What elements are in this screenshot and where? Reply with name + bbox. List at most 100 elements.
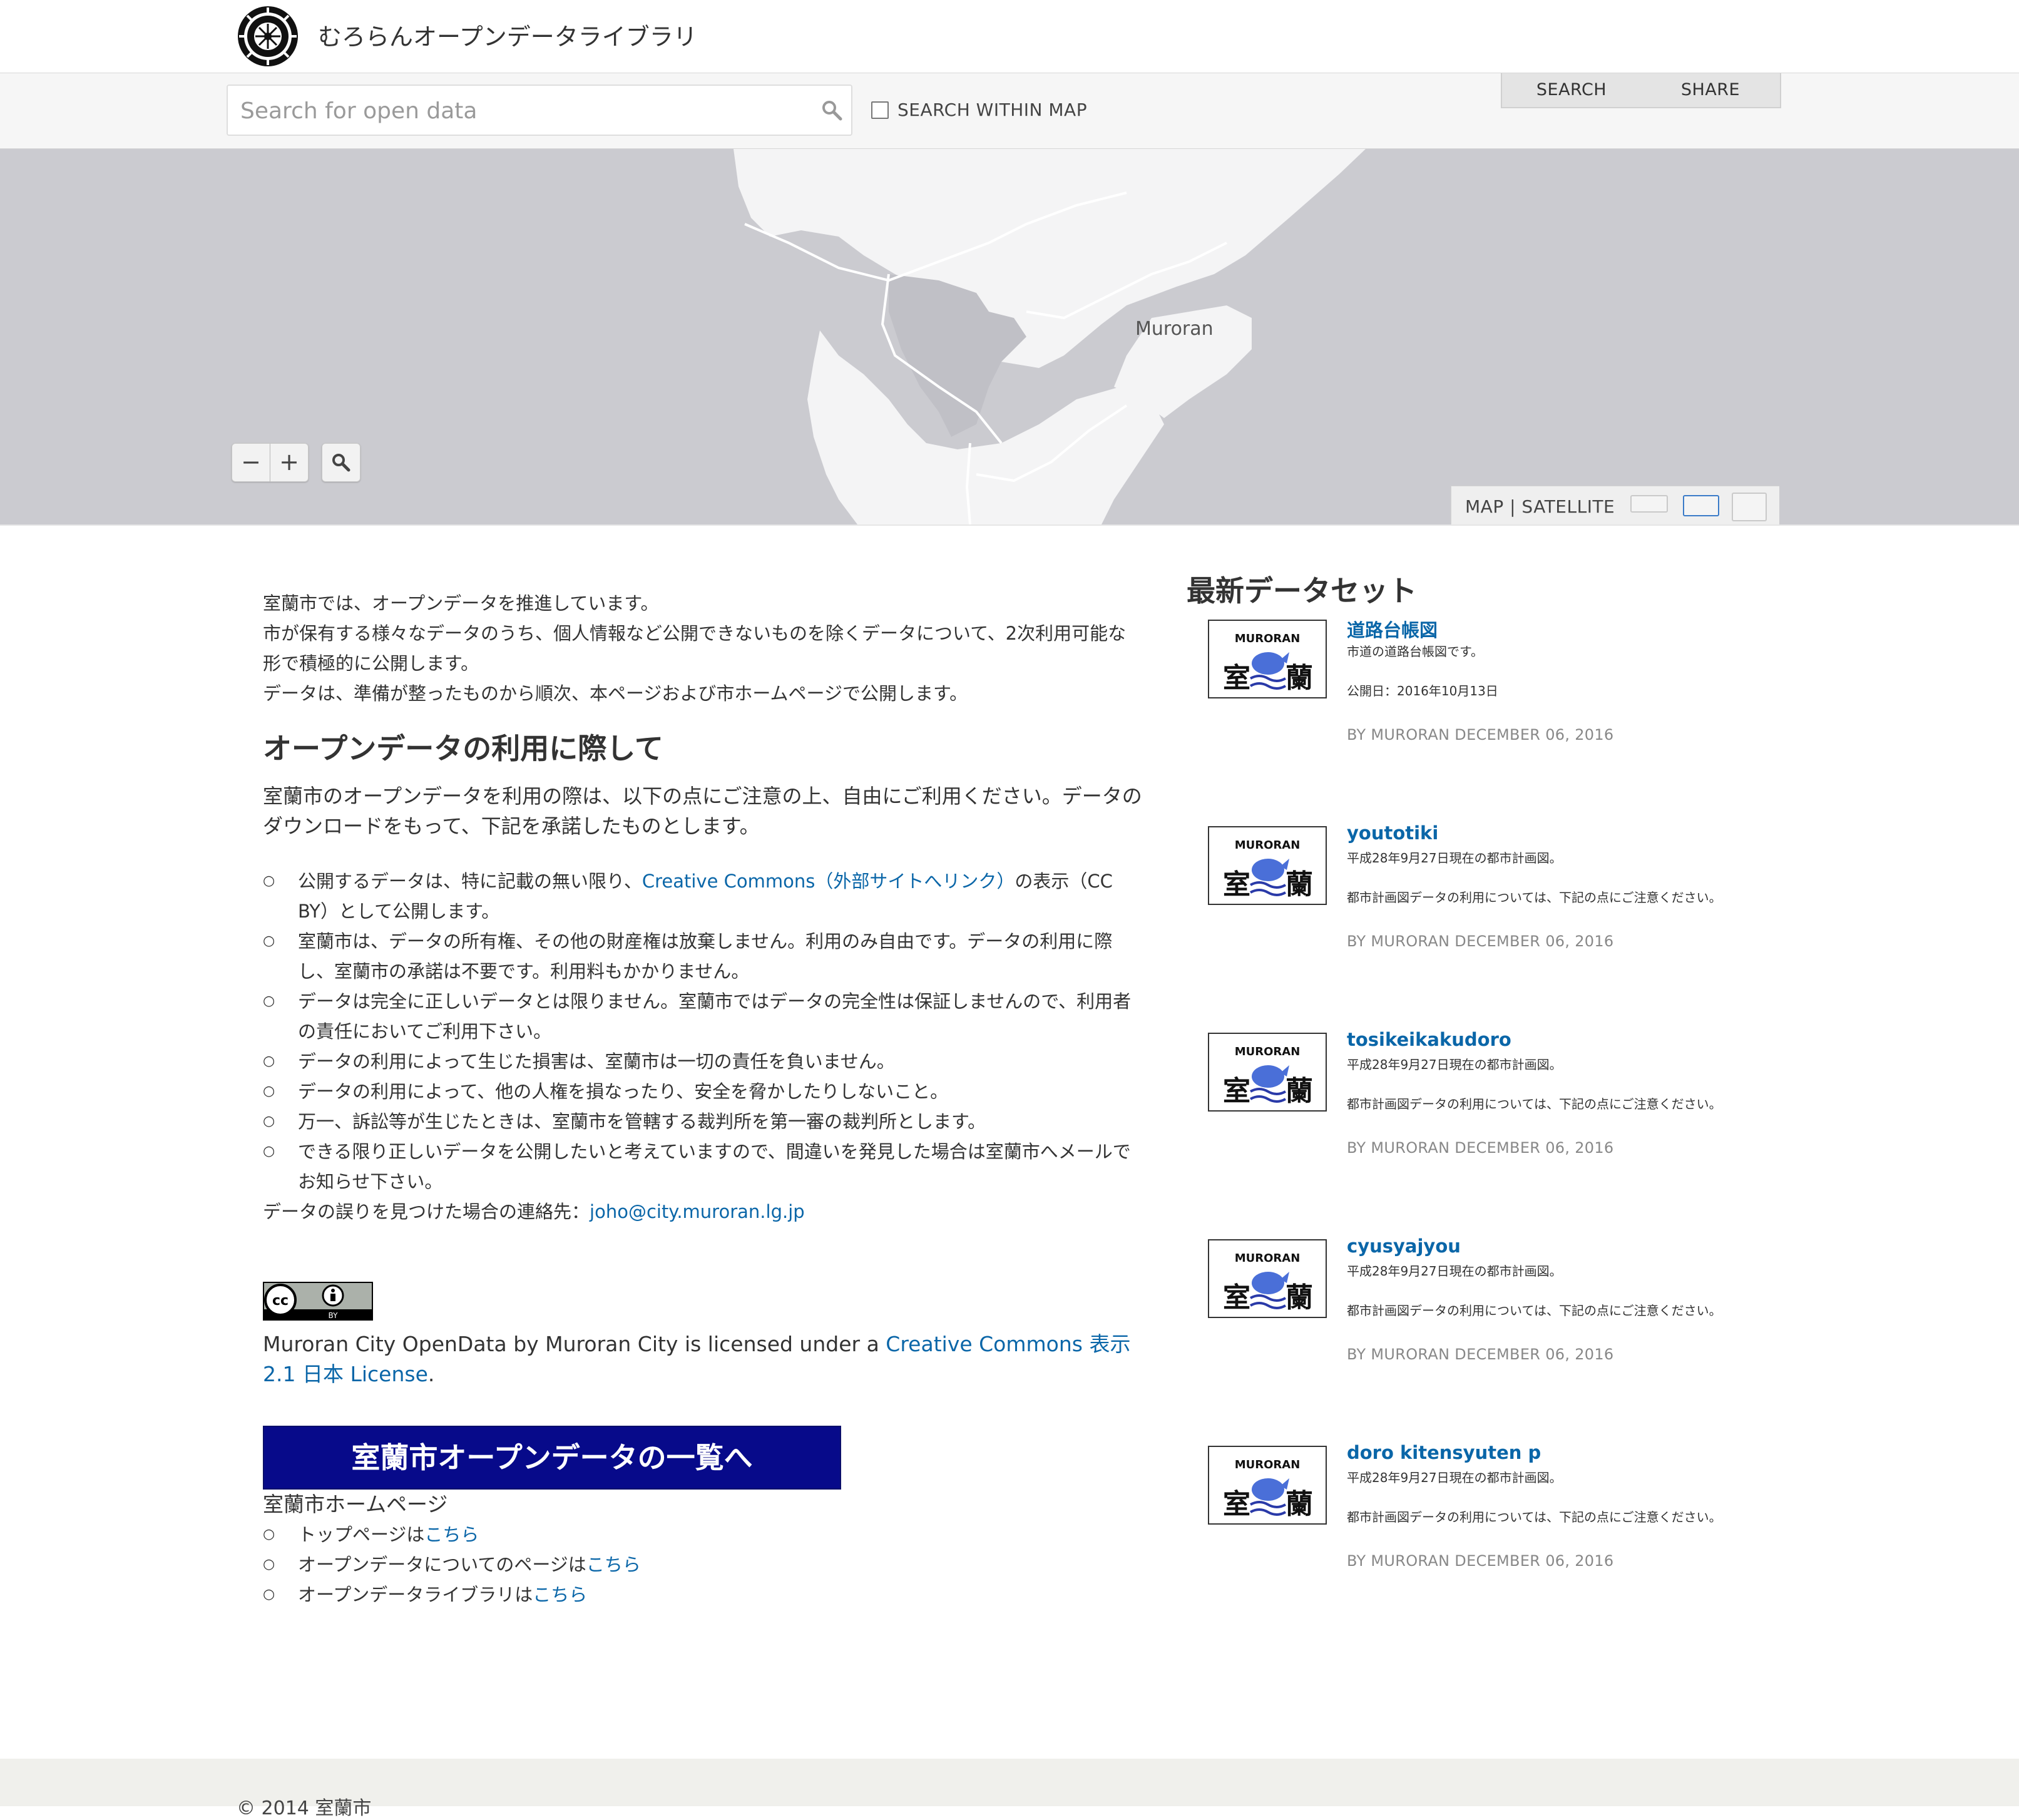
dataset-description: 平成28年9月27日現在の都市計画図。 — [1347, 1470, 1562, 1485]
dataset-thumbnail[interactable]: MURORAN 室 蘭 — [1208, 826, 1327, 905]
usage-heading: オープンデータの利用に際して — [263, 732, 663, 765]
open-data-page-link[interactable]: こちら — [586, 1554, 641, 1575]
open-data-list-button[interactable]: 室蘭市オープンデータの一覧へ — [263, 1426, 841, 1490]
search-bar: SEARCH WITHIN MAP SEARCH SHARE — [0, 73, 2019, 150]
dataset-title-link[interactable]: tosikeikakudoro — [1347, 1029, 1511, 1050]
list-item: 万一、訴訟等が生じたときは、室蘭市を管轄する裁判所を第一審の裁判所とします。 — [263, 1107, 1144, 1137]
search-box — [227, 84, 852, 136]
thumb-right-text: 蘭 — [1286, 1282, 1313, 1314]
dataset-note: 都市計画図データの利用については、下記の点にご注意ください。 — [1347, 890, 1722, 905]
homepage-title: 室蘭市ホームページ — [263, 1492, 448, 1516]
zoom-out-button[interactable]: − — [232, 443, 270, 482]
thumb-right-text: 蘭 — [1286, 662, 1313, 694]
city-emblem-logo[interactable] — [235, 4, 300, 69]
list-item: 公開するデータは、特に記載の無い限り、Creative Commons（外部サイ… — [263, 866, 1144, 926]
thumb-left-text: 室 — [1223, 662, 1250, 694]
usage-lead: 室蘭市のオープンデータを利用の際は、以下の点にご注意の上、自由にご利用ください。… — [263, 784, 1142, 838]
dataset-description: 市道の道路台帳図です。 — [1347, 644, 1483, 659]
dataset-title-link[interactable]: 道路台帳図 — [1347, 616, 1438, 642]
map-style-swatch-light[interactable] — [1630, 495, 1668, 513]
muroran-whale-logo-icon: MURORAN 室 蘭 — [1223, 839, 1313, 901]
muroran-whale-logo-icon: MURORAN 室 蘭 — [1223, 1045, 1313, 1107]
map-city-label: Muroran — [1135, 318, 1214, 340]
muroran-whale-logo-icon: MURORAN 室 蘭 — [1223, 1252, 1313, 1314]
thumb-top-text: MURORAN — [1235, 839, 1301, 852]
site-footer: © 2014 室蘭市 — [0, 1759, 2019, 1819]
license-prefix: Muroran City OpenData by Muroran City is… — [263, 1332, 886, 1356]
dataset-description: 平成28年9月27日現在の都市計画図。 — [1347, 1057, 1562, 1072]
dataset-note: 公開日：2016年10月13日 — [1347, 683, 1498, 698]
site-title[interactable]: むろらんオープンデータライブラリ — [318, 18, 697, 52]
tab-share[interactable]: SHARE — [1641, 73, 1780, 107]
thumb-top-text: MURORAN — [1235, 1252, 1301, 1265]
map-type-label[interactable]: MAP | SATELLITE — [1465, 496, 1615, 517]
search-within-map-checkbox[interactable] — [871, 101, 889, 119]
dataset-byline: BY MURORAN DECEMBER 06, 2016 — [1347, 933, 1614, 950]
list-item: オープンデータについてのページはこちら — [263, 1550, 1144, 1580]
thumb-right-text: 蘭 — [1286, 1075, 1313, 1107]
dataset-item: MURORAN 室 蘭 cyusyajyou 平成28年9月27日現在の都市計画… — [1208, 1235, 1896, 1439]
thumb-left-text: 室 — [1223, 1282, 1250, 1314]
dataset-thumbnail[interactable]: MURORAN 室 蘭 — [1208, 620, 1327, 698]
thumb-left-text: 室 — [1223, 1488, 1250, 1520]
tab-search[interactable]: SEARCH — [1502, 73, 1641, 107]
list-item: 室蘭市は、データの所有権、その他の財産権は放棄しません。利用のみ自由です。データ… — [263, 926, 1144, 986]
thumb-left-text: 室 — [1223, 1075, 1250, 1107]
muroran-whale-logo-icon: MURORAN 室 蘭 — [1223, 632, 1313, 694]
site-header: むろらんオープンデータライブラリ — [0, 0, 2019, 74]
homepage-item-label: オープンデータライブラリは — [298, 1584, 533, 1605]
license-suffix: . — [427, 1362, 435, 1386]
dataset-item: MURORAN 室 蘭 youtotiki 平成28年9月27日現在の都市計画図… — [1208, 822, 1896, 1026]
dataset-byline: BY MURORAN DECEMBER 06, 2016 — [1347, 1552, 1614, 1570]
creative-commons-link[interactable]: Creative Commons（外部サイトへリンク） — [642, 871, 1015, 892]
top-page-link[interactable]: こちら — [424, 1524, 479, 1545]
zoom-controls: − + — [232, 443, 309, 482]
dataset-thumbnail[interactable]: MURORAN 室 蘭 — [1208, 1239, 1327, 1318]
map-style-swatch-selected[interactable] — [1683, 495, 1719, 516]
dataset-item: MURORAN 室 蘭 道路台帳図 市道の道路台帳図です。 公開日：2016年1… — [1208, 620, 1896, 820]
list-item: トップページはこちら — [263, 1520, 1144, 1550]
map-type-switcher: MAP | SATELLITE — [1451, 486, 1779, 524]
list-item: オープンデータライブラリはこちら — [263, 1580, 1144, 1610]
contact-label: データの誤りを見つけた場合の連絡先： — [263, 1201, 590, 1222]
dataset-note: 都市計画図データの利用については、下記の点にご注意ください。 — [1347, 1510, 1722, 1525]
dataset-byline: BY MURORAN DECEMBER 06, 2016 — [1347, 1346, 1614, 1363]
by-badge-text: BY — [329, 1311, 339, 1320]
search-input[interactable] — [239, 86, 805, 136]
contact-line: データの誤りを見つけた場合の連絡先：joho@city.muroran.lg.j… — [263, 1197, 1144, 1227]
dataset-byline: BY MURORAN DECEMBER 06, 2016 — [1347, 1139, 1614, 1157]
map-search-button[interactable] — [322, 443, 360, 482]
dataset-description: 平成28年9月27日現在の都市計画図。 — [1347, 1264, 1562, 1279]
list-item: できる限り正しいデータを公開したいと考えていますので、間違いを発見した場合は室蘭… — [263, 1137, 1144, 1197]
license-text: Muroran City OpenData by Muroran City is… — [263, 1329, 1144, 1389]
magnifier-icon — [332, 454, 350, 472]
list-item: データの利用によって生じた損害は、室蘭市は一切の責任を負いません。 — [263, 1046, 1144, 1076]
thumb-right-text: 蘭 — [1286, 869, 1313, 901]
homepage-item-label: オープンデータについてのページは — [298, 1554, 586, 1575]
map-style-swatch-satellite[interactable] — [1732, 493, 1767, 521]
contact-email-link[interactable]: joho@city.muroran.lg.jp — [590, 1201, 805, 1222]
dataset-description: 平成28年9月27日現在の都市計画図。 — [1347, 851, 1562, 866]
dataset-title-link[interactable]: cyusyajyou — [1347, 1235, 1461, 1257]
dataset-thumbnail[interactable]: MURORAN 室 蘭 — [1208, 1033, 1327, 1112]
thumb-right-text: 蘭 — [1286, 1488, 1313, 1520]
list-item: データは完全に正しいデータとは限りません。室蘭市ではデータの完全性は保証しません… — [263, 986, 1144, 1046]
muroran-whale-logo-icon: MURORAN 室 蘭 — [1223, 1458, 1313, 1520]
zoom-in-button[interactable]: + — [270, 443, 309, 482]
map-view[interactable]: Muroran − + MAP | SATELLITE — [0, 149, 2019, 526]
dataset-title-link[interactable]: youtotiki — [1347, 822, 1438, 844]
open-data-library-link[interactable]: こちら — [533, 1584, 587, 1605]
list-item: データの利用によって、他の人権を損なったり、安全を脅かしたりしないこと。 — [263, 1076, 1144, 1107]
thumb-top-text: MURORAN — [1235, 1045, 1301, 1058]
dataset-thumbnail[interactable]: MURORAN 室 蘭 — [1208, 1446, 1327, 1525]
intro-line-2: 市が保有する様々なデータのうち、個人情報など公開できないものを除くデータについて… — [263, 623, 1127, 674]
dataset-item: MURORAN 室 蘭 tosikeikakudoro 平成28年9月27日現在… — [1208, 1029, 1896, 1233]
search-within-map-toggle[interactable]: SEARCH WITHIN MAP — [871, 100, 1087, 120]
homepage-links-list: トップページはこちら オープンデータについてのページはこちら オープンデータライ… — [263, 1520, 1144, 1610]
cc-by-badge[interactable]: cc BY — [263, 1282, 373, 1321]
intro-line-1: 室蘭市では、オープンデータを推進しています。 — [263, 593, 659, 614]
copyright-text: © 2014 室蘭市 — [237, 1797, 372, 1819]
search-icon[interactable] — [820, 98, 844, 122]
dataset-title-link[interactable]: doro kitensyuten p — [1347, 1442, 1541, 1463]
dataset-byline: BY MURORAN DECEMBER 06, 2016 — [1347, 726, 1614, 744]
